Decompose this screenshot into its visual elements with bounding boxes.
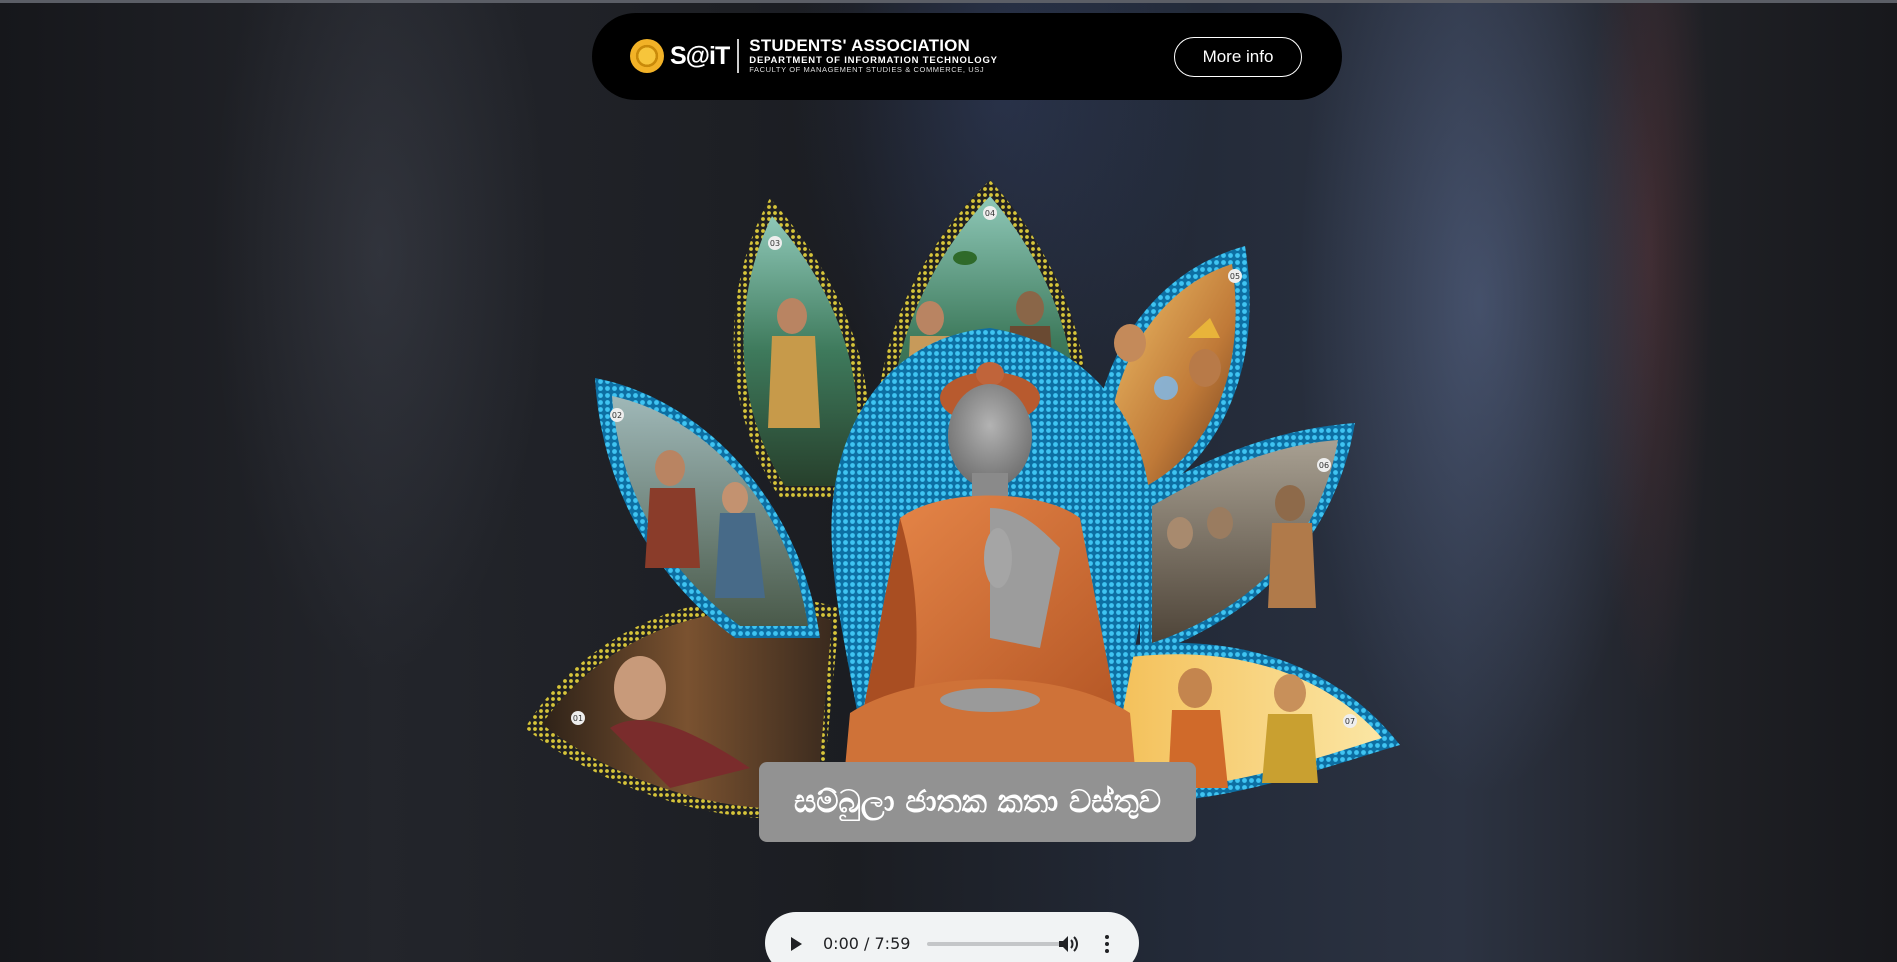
more-info-button[interactable]: More info bbox=[1174, 37, 1302, 77]
university-seal-icon bbox=[630, 39, 664, 73]
petal-number-03: 03 bbox=[770, 239, 780, 248]
petal-number-01: 01 bbox=[573, 714, 583, 723]
lotus-artwork: 01 02 03 04 05 06 07 bbox=[525, 180, 1400, 818]
org-faculty: FACULTY OF MANAGEMENT STUDIES & COMMERCE… bbox=[749, 65, 985, 75]
volume-icon[interactable] bbox=[1057, 934, 1081, 954]
progress-bar[interactable] bbox=[927, 942, 1061, 946]
petal-number-05: 05 bbox=[1230, 272, 1240, 281]
petal-number-04: 04 bbox=[985, 209, 995, 218]
audio-player: 0:00 / 7:59 bbox=[765, 912, 1139, 962]
petal-number-06: 06 bbox=[1319, 461, 1329, 470]
play-icon[interactable] bbox=[791, 937, 802, 951]
petal-number-07: 07 bbox=[1345, 717, 1355, 726]
association-name: STUDENTS' ASSOCIATION DEPARTMENT OF INFO… bbox=[749, 36, 998, 75]
logo-wordmark: S@iT bbox=[670, 39, 740, 73]
story-title: සම්බුලා ජාතක කතා වස්තුව bbox=[759, 762, 1196, 842]
petal-number-02: 02 bbox=[612, 411, 622, 420]
page: S@iT STUDENTS' ASSOCIATION DEPARTMENT OF… bbox=[0, 0, 1897, 962]
more-options-icon[interactable] bbox=[1103, 934, 1111, 954]
time-display: 0:00 / 7:59 bbox=[823, 934, 911, 953]
saait-logo[interactable]: S@iT STUDENTS' ASSOCIATION DEPARTMENT OF… bbox=[630, 35, 998, 77]
org-title: STUDENTS' ASSOCIATION bbox=[749, 36, 971, 56]
header-bar: S@iT STUDENTS' ASSOCIATION DEPARTMENT OF… bbox=[592, 13, 1342, 100]
